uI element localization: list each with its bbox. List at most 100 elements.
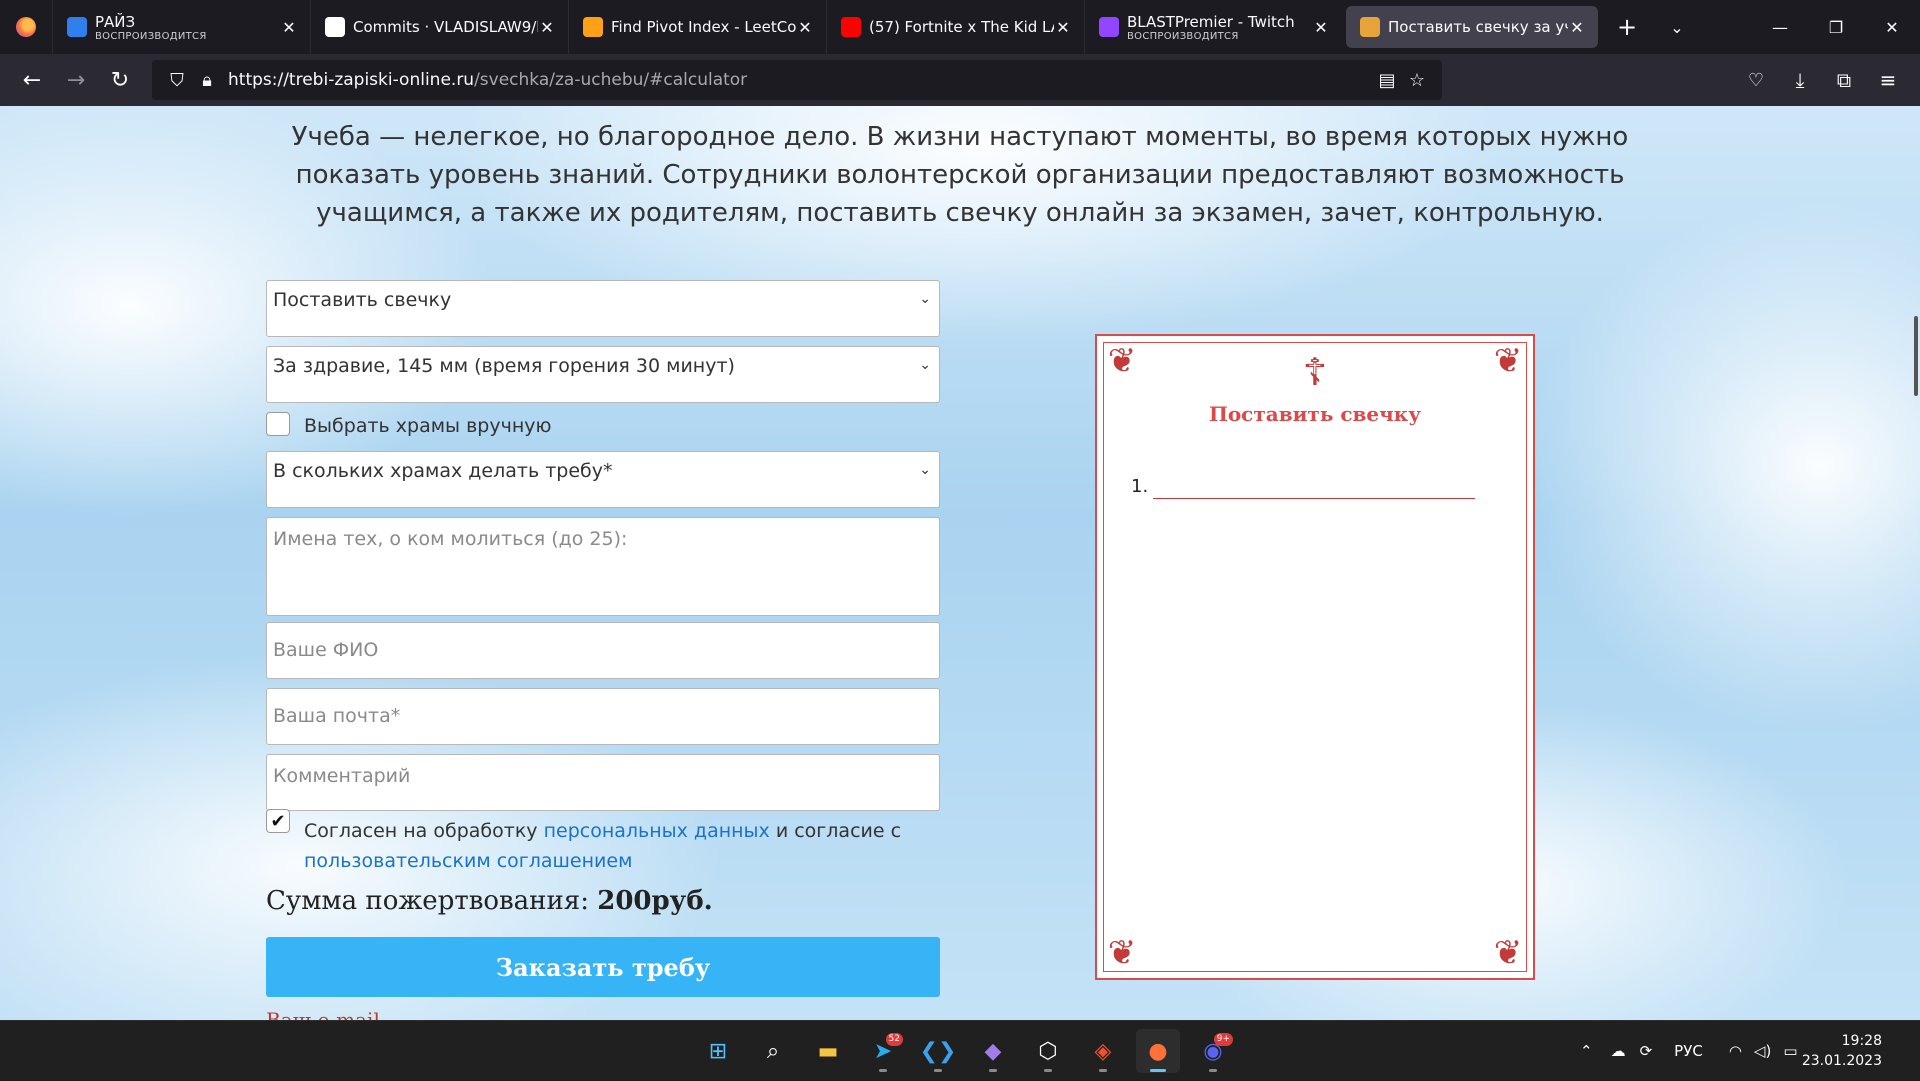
comment-input[interactable]: Комментарий: [266, 754, 940, 811]
firefox-app-icon: ●: [1148, 1038, 1168, 1064]
git-app-icon: ◈: [1094, 1038, 1112, 1064]
youtube-icon: [841, 17, 861, 37]
tab-title: Commits · VLADISLAW9/kin: [353, 18, 538, 36]
firefox-menu-icon[interactable]: [0, 0, 52, 54]
browser-tab[interactable]: РАЙЗ ВОСПРОИЗВОДИТСЯ ✕: [52, 0, 310, 54]
explorer-app[interactable]: ▬: [806, 1029, 850, 1073]
tray-chevron-up-icon[interactable]: ⌃: [1580, 1042, 1593, 1060]
git-app[interactable]: ◈: [1081, 1029, 1125, 1073]
tab-text: Commits · VLADISLAW9/kin: [353, 18, 538, 36]
sum-value: 200руб.: [597, 886, 713, 916]
chevron-down-icon: ⌄: [919, 357, 931, 373]
sync-icon[interactable]: ⟳: [1640, 1042, 1653, 1060]
manual-temples-checkbox[interactable]: [266, 412, 290, 436]
close-tab-icon[interactable]: ✕: [796, 18, 814, 37]
browser-tab[interactable]: Commits · VLADISLAW9/kin✕: [310, 0, 568, 54]
candle-select[interactable]: За здравие, 145 мм (время горения 30 мин…: [266, 346, 940, 403]
twitch-icon: [1099, 17, 1119, 37]
url-bar[interactable]: ⛉ 🔒︎ https://trebi-zapiski-online.ru/sve…: [152, 60, 1442, 100]
tab-title: BLASTPremier - Twitch: [1127, 12, 1295, 31]
checkmark-icon: ✔: [270, 810, 286, 832]
vscode-app[interactable]: ❮❯: [916, 1029, 960, 1073]
running-indicator: [1150, 1069, 1166, 1072]
temples-count-value: В скольких храмах делать требу*: [273, 460, 613, 482]
close-tab-icon[interactable]: ✕: [1568, 18, 1586, 37]
tab-text: РАЙЗ ВОСПРОИЗВОДИТСЯ: [95, 13, 280, 42]
start-button-icon: ⊞: [708, 1038, 728, 1064]
user-agreement-link[interactable]: пользовательским соглашением: [304, 850, 632, 872]
email-placeholder: Ваша почта*: [273, 705, 401, 727]
navigation-bar: ← → ↻ ⛉ 🔒︎ https://trebi-zapiski-online.…: [0, 54, 1920, 106]
unity-app[interactable]: ⬡: [1026, 1029, 1070, 1073]
tab-text: Поставить свечку за учебу: [1388, 18, 1568, 36]
play-icon: [67, 17, 87, 37]
close-window-button[interactable]: ✕: [1864, 0, 1920, 54]
intro-text: Учеба — нелегкое, но благородное дело. В…: [291, 122, 1629, 228]
service-select-value: Поставить свечку: [273, 289, 452, 311]
close-tab-icon[interactable]: ✕: [538, 18, 556, 37]
email-input[interactable]: Ваша почта*: [266, 688, 940, 745]
browser-tab[interactable]: (57) Fortnite x The Kid LARO✕: [826, 0, 1084, 54]
consent-label: Согласен на обработку персональных данны…: [304, 816, 944, 876]
order-button[interactable]: Заказать требу: [266, 937, 940, 997]
page-content: Учеба — нелегкое, но благородное дело. В…: [0, 106, 1920, 1020]
card-frame: [1103, 342, 1527, 972]
visual-studio-app-icon: ◆: [984, 1038, 1002, 1064]
start-button[interactable]: ⊞: [696, 1029, 740, 1073]
tab-strip: РАЙЗ ВОСПРОИЗВОДИТСЯ ✕ Commits · VLADISLAW9…: [0, 0, 1920, 54]
search-app[interactable]: ⌕: [751, 1029, 795, 1073]
personal-data-link[interactable]: персональных данных: [544, 820, 770, 842]
language-indicator[interactable]: РУС: [1674, 1042, 1703, 1060]
reload-button[interactable]: ↻: [98, 58, 142, 102]
volume-icon[interactable]: ◁): [1754, 1042, 1771, 1060]
pocket-icon[interactable]: ♡: [1734, 58, 1778, 102]
discord-app[interactable]: ◉ 9+: [1191, 1029, 1235, 1073]
clock[interactable]: 19:28 23.01.2023: [1802, 1031, 1882, 1071]
browser-tab[interactable]: Поставить свечку за учебу✕: [1346, 6, 1598, 48]
names-textarea[interactable]: Имена тех, о ком молиться (до 25):: [266, 517, 940, 616]
firefox-app[interactable]: ●: [1136, 1029, 1180, 1073]
consent-checkbox[interactable]: ✔: [266, 809, 290, 833]
manual-temples-label: Выбрать храмы вручную: [304, 415, 552, 437]
minimize-button[interactable]: —: [1752, 0, 1808, 54]
running-indicator: [989, 1069, 997, 1072]
restore-button[interactable]: ❐: [1808, 0, 1864, 54]
card-name-line: [1153, 498, 1475, 499]
telegram-app[interactable]: ➤ 52: [861, 1029, 905, 1073]
running-indicator: [1209, 1069, 1217, 1072]
browser-tab[interactable]: BLASTPremier - Twitch ВОСПРОИЗВОДИТСЯ ✕: [1084, 0, 1342, 54]
search-app-icon: ⌕: [766, 1038, 780, 1064]
page-scrollbar[interactable]: [1914, 316, 1918, 396]
cross-icon: [1360, 17, 1380, 37]
new-tab-button[interactable]: +: [1602, 0, 1652, 54]
service-select[interactable]: Поставить свечку ⌄: [266, 280, 940, 337]
extensions-icon[interactable]: ⧉: [1822, 58, 1866, 102]
onedrive-cloud-icon[interactable]: ☁: [1611, 1042, 1626, 1060]
close-tab-icon[interactable]: ✕: [1312, 18, 1330, 37]
clock-date: 23.01.2023: [1801, 1053, 1882, 1069]
back-button[interactable]: ←: [10, 58, 54, 102]
reader-view-icon[interactable]: ▤: [1372, 65, 1402, 95]
temples-count-select[interactable]: В скольких храмах делать требу* ⌄: [266, 451, 940, 508]
url-host: https://trebi-zapiski-online.ru: [228, 70, 475, 90]
hamburger-menu-icon[interactable]: ≡: [1866, 58, 1910, 102]
close-tab-icon[interactable]: ✕: [1054, 18, 1072, 37]
candle-preview-card: ❦ ❦ ❦ ❦ ☦ Поставить свечку 1.: [1095, 334, 1535, 980]
downloads-icon[interactable]: ⤓: [1778, 58, 1822, 102]
wifi-icon[interactable]: ◠: [1729, 1042, 1742, 1060]
battery-icon[interactable]: ▭: [1783, 1042, 1797, 1060]
visual-studio-app[interactable]: ◆: [971, 1029, 1015, 1073]
list-tabs-chevron-icon[interactable]: ⌄: [1652, 0, 1702, 54]
forward-button[interactable]: →: [54, 58, 98, 102]
tab-title: Find Pivot Index - LeetCode: [611, 18, 796, 36]
fio-input[interactable]: Ваше ФИО: [266, 622, 940, 679]
lock-icon[interactable]: 🔒︎: [192, 65, 222, 95]
tab-title: Поставить свечку за учебу: [1388, 18, 1568, 36]
notification-badge: 9+: [1213, 1033, 1233, 1046]
browser-tab[interactable]: Find Pivot Index - LeetCode ✕: [568, 0, 826, 54]
tracking-shield-icon[interactable]: ⛉: [162, 65, 192, 95]
bookmark-star-icon[interactable]: ☆: [1402, 65, 1432, 95]
card-title: Поставить свечку: [1208, 402, 1422, 426]
consent-middle: и согласие с: [769, 820, 902, 842]
close-tab-icon[interactable]: ✕: [280, 18, 298, 37]
